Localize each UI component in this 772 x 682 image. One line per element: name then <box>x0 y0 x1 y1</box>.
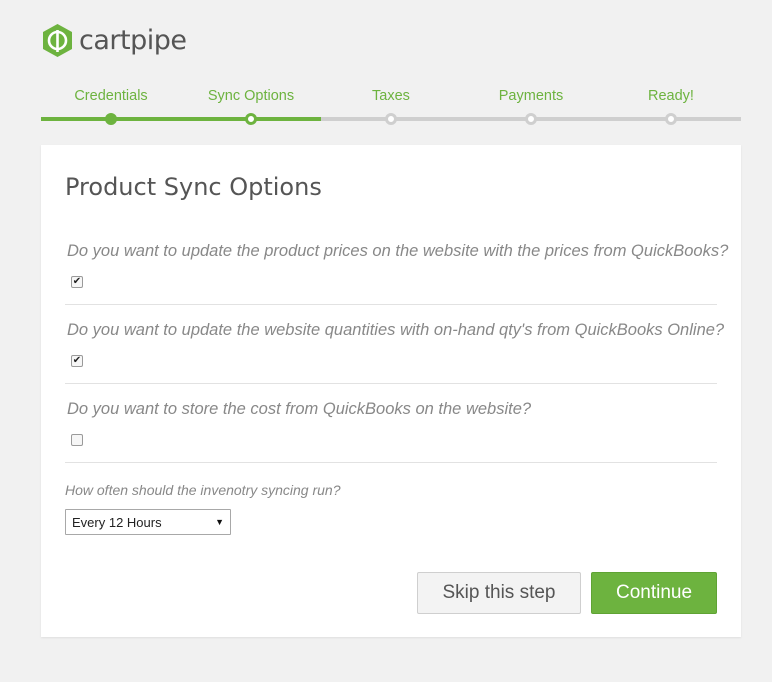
cartpipe-logo-icon <box>43 24 72 57</box>
question-update-prices: Do you want to update the product prices… <box>67 242 729 260</box>
page-title: Product Sync Options <box>65 173 322 201</box>
sync-frequency-label: How often should the invenotry syncing r… <box>65 482 341 498</box>
sync-frequency-value: Every 12 Hours <box>72 514 162 530</box>
step-dot-taxes <box>385 113 397 125</box>
divider <box>65 383 717 384</box>
divider <box>65 304 717 305</box>
step-dot-payments <box>525 113 537 125</box>
question-store-cost: Do you want to store the cost from Quick… <box>67 400 532 418</box>
step-label-sync-options[interactable]: Sync Options <box>181 88 321 104</box>
checkbox-update-prices[interactable]: ✔ <box>71 276 83 288</box>
step-dot-sync-options <box>245 113 257 125</box>
brand-logo: cartpipe <box>41 23 187 58</box>
sync-options-card: Product Sync Options Do you want to upda… <box>41 145 741 637</box>
checkbox-update-quantities[interactable]: ✔ <box>71 355 83 367</box>
step-label-credentials[interactable]: Credentials <box>41 88 181 104</box>
sync-frequency-select[interactable]: Every 12 Hours ▼ <box>65 509 231 535</box>
step-dot-ready <box>665 113 677 125</box>
step-label-taxes[interactable]: Taxes <box>321 88 461 104</box>
step-dot-credentials <box>105 113 117 125</box>
brand-name: cartpipe <box>79 25 187 56</box>
step-label-payments[interactable]: Payments <box>461 88 601 104</box>
progress-track-fill <box>41 117 321 121</box>
divider <box>65 462 717 463</box>
checkbox-store-cost[interactable] <box>71 434 83 446</box>
step-label-ready[interactable]: Ready! <box>601 88 741 104</box>
skip-step-button[interactable]: Skip this step <box>417 572 581 614</box>
dropdown-arrow-icon: ▼ <box>215 517 224 527</box>
wizard-progress: Credentials Sync Options Taxes Payments … <box>41 86 741 126</box>
continue-button[interactable]: Continue <box>591 572 717 614</box>
question-update-quantities: Do you want to update the website quanti… <box>67 321 725 339</box>
